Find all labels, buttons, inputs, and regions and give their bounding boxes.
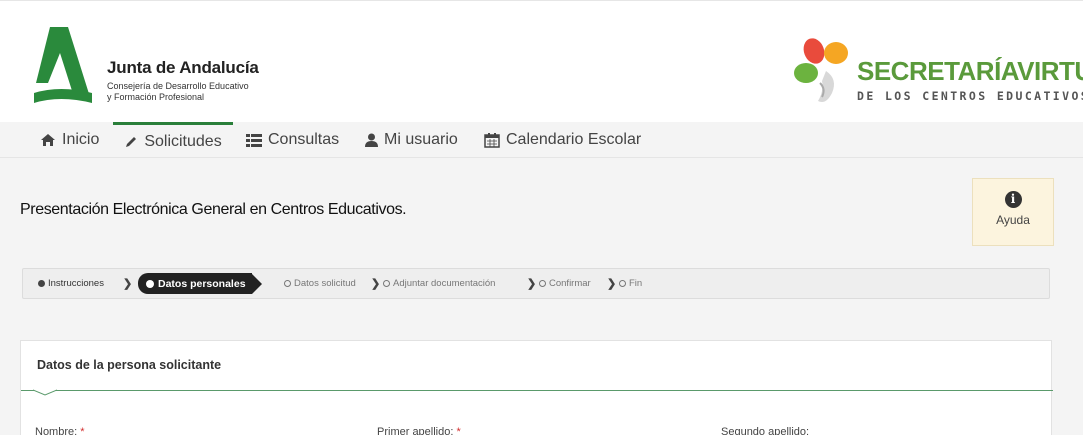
step-arrow xyxy=(251,273,262,294)
org-name-block: Junta de Andalucía Consejería de Desarro… xyxy=(107,58,259,103)
list-icon xyxy=(246,133,262,147)
user-icon xyxy=(365,133,378,147)
site-header: Junta de Andalucía Consejería de Desarro… xyxy=(0,0,1083,122)
junta-andalucia-logo[interactable] xyxy=(30,27,96,109)
step-label-adjuntar: Adjuntar documentación xyxy=(393,278,496,289)
step-datos-personales[interactable]: Datos personales xyxy=(138,273,262,294)
circle-icon xyxy=(619,280,626,287)
org-subtitle-line1: Consejería de Desarrollo Educativo xyxy=(107,81,249,91)
label-segundo-apellido-text: Segundo apellido: xyxy=(721,426,810,435)
label-segundo-apellido: Segundo apellido: xyxy=(721,426,809,435)
step-fin: Fin xyxy=(619,269,642,298)
chevron-right-icon: ❯ xyxy=(123,278,133,290)
section-divider xyxy=(21,390,1053,391)
org-title: Junta de Andalucía xyxy=(107,58,259,77)
step-adjuntar: Adjuntar documentación xyxy=(383,269,495,298)
nav-item-solicitudes[interactable]: Solicitudes xyxy=(113,122,233,158)
brand-title: SECRETARÍAVIRTUAL xyxy=(857,57,1083,85)
label-primer-apellido: Primer apellido: * xyxy=(377,426,461,435)
label-nombre: Nombre: * xyxy=(35,426,85,435)
nav-item-calendario[interactable]: Calendario Escolar xyxy=(484,122,641,158)
page-title: Presentación Electrónica General en Cent… xyxy=(20,201,407,218)
step-label-instrucciones: Instrucciones xyxy=(48,278,104,289)
chevron-right-icon: ❯ xyxy=(527,278,537,290)
nav-label-consultas: Consultas xyxy=(268,131,340,148)
circle-icon xyxy=(383,280,390,287)
main-nav: Inicio Solicitudes Consultas Mi usuario … xyxy=(0,122,1083,158)
nav-item-consultas[interactable]: Consultas xyxy=(246,122,339,158)
circle-icon xyxy=(284,280,291,287)
help-label: Ayuda xyxy=(996,213,1030,227)
nav-label-mi-usuario: Mi usuario xyxy=(384,131,458,148)
step-label-confirmar: Confirmar xyxy=(549,278,591,289)
step-label-datos-personales: Datos personales xyxy=(158,277,246,290)
brand-subtitle: DE LOS CENTROS EDUCATIVOS xyxy=(857,89,1083,103)
step-datos-solicitud: Datos solicitud xyxy=(284,269,356,298)
divider-notch xyxy=(33,389,57,396)
help-button[interactable]: i Ayuda xyxy=(972,178,1054,246)
nav-item-mi-usuario[interactable]: Mi usuario xyxy=(365,122,458,158)
label-primer-apellido-text: Primer apellido: xyxy=(377,426,454,435)
secretaria-virtual-logo[interactable] xyxy=(792,31,852,111)
step-instrucciones[interactable]: Instrucciones xyxy=(38,269,104,298)
calendar-icon xyxy=(484,132,500,148)
nav-label-calendario: Calendario Escolar xyxy=(506,131,642,148)
wizard-steps: Instrucciones ❯ Datos personales Datos s… xyxy=(22,268,1050,299)
applicant-panel: Datos de la persona solicitante xyxy=(20,340,1053,435)
pencil-icon xyxy=(126,136,137,147)
org-subtitle-line2: y Formación Profesional xyxy=(107,92,205,102)
nav-item-inicio[interactable]: Inicio xyxy=(40,122,99,158)
step-confirmar: Confirmar xyxy=(539,269,591,298)
label-nombre-text: Nombre: xyxy=(35,426,78,435)
brand-word2: VIRTUAL xyxy=(1017,56,1083,86)
circle-icon xyxy=(539,280,546,287)
brand-word1: SECRETARÍA xyxy=(857,56,1018,86)
nav-label-solicitudes: Solicitudes xyxy=(144,132,222,150)
active-dot-icon xyxy=(146,279,154,288)
home-icon xyxy=(41,134,55,146)
nav-label-inicio: Inicio xyxy=(62,131,100,148)
step-label-datos-solicitud: Datos solicitud xyxy=(294,278,356,289)
chevron-right-icon: ❯ xyxy=(371,278,381,290)
required-mark: * xyxy=(80,426,85,435)
check-circle-icon xyxy=(38,280,45,287)
step-label-fin: Fin xyxy=(629,278,643,289)
chevron-right-icon: ❯ xyxy=(607,278,617,290)
section-title: Datos de la persona solicitante xyxy=(37,358,222,372)
required-mark: * xyxy=(456,426,461,435)
secretaria-virtual-brand: SECRETARÍAVIRTUAL DE LOS CENTROS EDUCATI… xyxy=(857,57,1083,103)
info-icon: i xyxy=(1004,191,1022,208)
